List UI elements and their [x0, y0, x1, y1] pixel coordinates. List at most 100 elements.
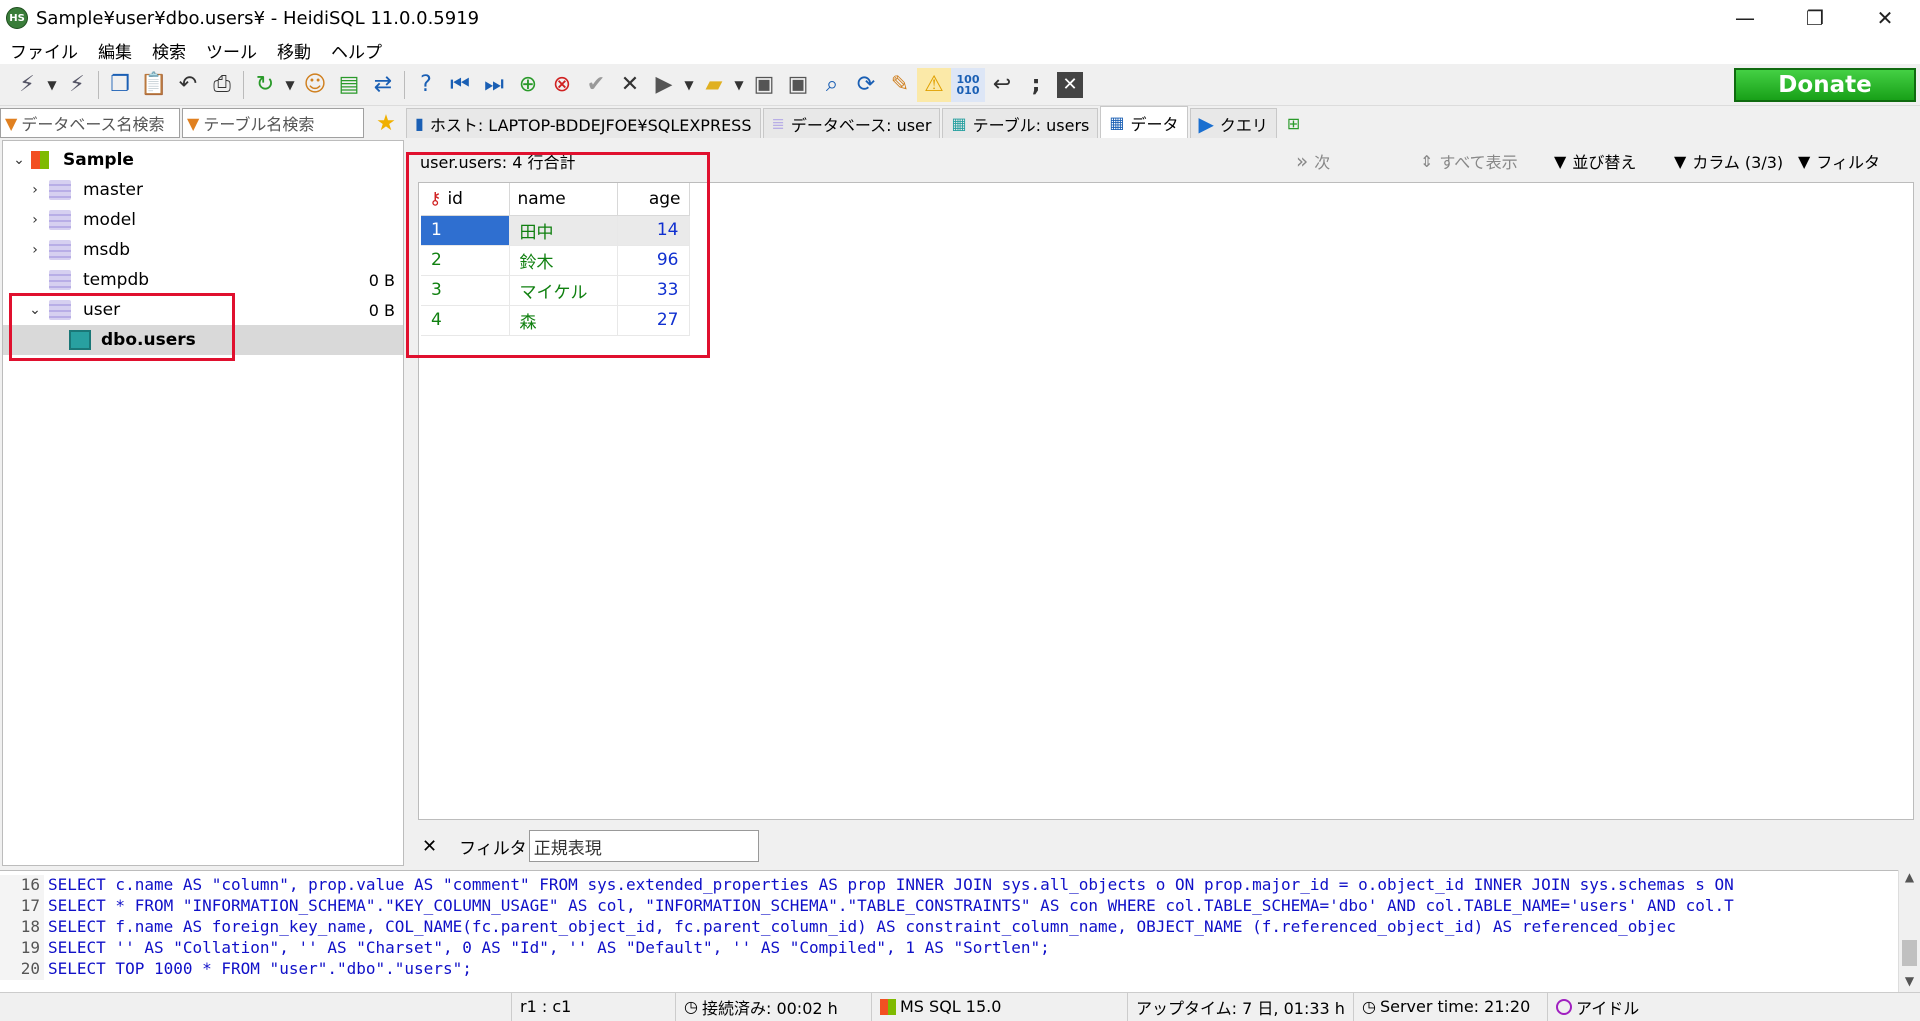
menu-go[interactable]: 移動 — [267, 38, 321, 63]
expand-icon[interactable]: › — [27, 212, 43, 228]
add-record-icon[interactable]: ⊕ — [511, 68, 545, 102]
line-number: 17 — [0, 896, 44, 917]
replace-icon[interactable]: ⟳ — [849, 68, 883, 102]
clock-icon: ◷ — [1362, 997, 1376, 1016]
window-controls: — ❐ ✕ — [1710, 0, 1920, 36]
connect-icon[interactable]: ⚡ — [10, 68, 44, 102]
status-server-time: ◷ Server time: 21:20 — [1354, 992, 1548, 1021]
find-icon[interactable]: ⌕ — [815, 68, 849, 102]
columns-button[interactable]: ▼ カラム (3/3) — [1674, 149, 1783, 173]
open-folder-icon[interactable]: ▰ — [697, 68, 731, 102]
transfer-icon[interactable]: ⇄ — [366, 68, 400, 102]
dropdown-triangle-icon: ▼ — [1798, 151, 1811, 171]
sort-button[interactable]: ▼ 並び替え — [1554, 149, 1636, 173]
regex-filter-placeholder: 正規表現 — [533, 838, 602, 859]
scroll-thumb[interactable] — [1902, 940, 1917, 966]
donate-button[interactable]: Donate — [1734, 68, 1916, 102]
toolbar-separator — [404, 70, 405, 99]
show-all-button[interactable]: ⇕ すべて表示 — [1420, 149, 1518, 173]
collapse-icon[interactable]: ⌄ — [11, 152, 27, 168]
tab-data-label: データ — [1130, 114, 1179, 134]
database-filter-input[interactable]: ▼ データベース名検索 — [0, 108, 180, 138]
copy-icon[interactable]: ❐ — [103, 68, 137, 102]
cancel-icon[interactable]: ✕ — [613, 68, 647, 102]
close-filter-icon[interactable]: ✕ — [422, 836, 437, 857]
title-bar: HS Sample¥user¥dbo.users¥ - HeidiSQL 11.… — [0, 0, 1920, 36]
next-button[interactable]: » 次 — [1296, 149, 1330, 173]
tab-database[interactable]: ≣ データベース: user — [762, 108, 941, 138]
tab-data[interactable]: ▦ データ — [1100, 106, 1188, 138]
status-server-label: MS SQL 15.0 — [900, 997, 1002, 1016]
new-query-tab-button[interactable]: ⊞ — [1278, 108, 1309, 138]
save-as-icon[interactable]: ▣ — [781, 68, 815, 102]
close-tab-icon[interactable]: ✕ — [1057, 71, 1083, 98]
disconnect-icon[interactable]: ⚡ — [60, 68, 94, 102]
save-icon[interactable]: ▣ — [747, 68, 781, 102]
dropdown-triangle-icon: ▼ — [1554, 151, 1567, 171]
sql-text: SELECT * FROM "INFORMATION_SCHEMA"."KEY_… — [48, 896, 1734, 915]
scroll-down-icon[interactable]: ▼ — [1899, 974, 1920, 992]
highlight-box-tree — [9, 293, 235, 361]
tab-host[interactable]: ▮ ホスト: LAPTOP-BDDEJFOE¥SQLEXPRESS — [406, 108, 761, 138]
tree-node-model[interactable]: › model — [3, 205, 403, 235]
menu-edit[interactable]: 編集 — [88, 38, 142, 63]
sql-log[interactable]: 16 SELECT c.name AS "column", prop.value … — [0, 870, 1920, 992]
format-sql-icon[interactable]: ✎ — [883, 68, 917, 102]
paste-icon[interactable]: 📋 — [137, 68, 171, 102]
scroll-up-icon[interactable]: ▲ — [1899, 870, 1920, 888]
database-icon — [49, 270, 71, 290]
print-icon[interactable]: ⎙ — [205, 68, 239, 102]
menu-tools[interactable]: ツール — [196, 38, 267, 63]
tree-node-tempdb[interactable]: tempdb 0 B — [3, 265, 403, 295]
close-button[interactable]: ✕ — [1850, 0, 1920, 36]
grid-filter-bar: ✕ フィルタ 正規表現 — [408, 828, 1918, 864]
sql-log-line: 17 SELECT * FROM "INFORMATION_SCHEMA"."KE… — [0, 896, 1734, 917]
favorite-star-icon[interactable]: ★ — [366, 108, 406, 138]
restore-button[interactable]: ❐ — [1780, 0, 1850, 36]
sort-label: 並び替え — [1572, 153, 1637, 172]
tab-table[interactable]: ▦ テーブル: users — [942, 108, 1099, 138]
refresh-icon[interactable]: ↻ — [248, 68, 282, 102]
tree-node-msdb[interactable]: › msdb — [3, 235, 403, 265]
table-filter-input[interactable]: ▼ テーブル名検索 — [182, 108, 364, 138]
warning-icon[interactable]: ⚠ — [917, 67, 951, 102]
tab-row: ▼ データベース名検索 ▼ テーブル名検索 ★ ▮ ホスト: LAPTOP-BD… — [0, 106, 1920, 138]
clock-icon: ◷ — [684, 997, 698, 1016]
dropdown-arrow-icon[interactable]: ▼ — [681, 68, 697, 102]
line-number: 20 — [0, 959, 44, 980]
delete-record-icon[interactable]: ⊗ — [545, 68, 579, 102]
post-record-icon[interactable]: ✔ — [579, 68, 613, 102]
expand-icon[interactable]: › — [27, 242, 43, 258]
undo-icon[interactable]: ↶ — [171, 68, 205, 102]
play-icon: ▶ — [1198, 111, 1214, 136]
filter-button[interactable]: ▼ フィルタ — [1798, 149, 1880, 173]
tree-node-master[interactable]: › master — [3, 175, 403, 205]
semicolon-icon[interactable]: ; — [1019, 68, 1053, 102]
dropdown-arrow-icon[interactable]: ▼ — [44, 68, 60, 102]
menu-help[interactable]: ヘルプ — [321, 38, 392, 63]
tree-node-sample[interactable]: ⌄ Sample — [3, 145, 403, 175]
database-size: 0 B — [368, 270, 395, 290]
sql-log-line: 19 SELECT '' AS "Collation", '' AS "Chars… — [0, 938, 1050, 959]
tab-query[interactable]: ▶ クエリ — [1189, 108, 1277, 138]
help-icon[interactable]: ? — [409, 68, 443, 102]
status-server: MS SQL 15.0 — [872, 992, 1128, 1021]
user-manager-icon[interactable]: ☺ — [298, 68, 332, 102]
wrap-icon[interactable]: ↩ — [985, 68, 1019, 102]
sql-log-scrollbar[interactable]: ▲ ▼ — [1898, 870, 1920, 992]
export-icon[interactable]: ▤ — [332, 68, 366, 102]
last-record-icon[interactable]: ⏭ — [477, 68, 511, 102]
dropdown-arrow-icon[interactable]: ▼ — [282, 68, 298, 102]
menu-search[interactable]: 検索 — [142, 38, 196, 63]
binary-icon[interactable]: 100 010 — [951, 67, 985, 102]
sql-log-line: 18 SELECT f.name AS foreign_key_name, COL… — [0, 917, 1676, 938]
run-icon[interactable]: ▶ — [647, 68, 681, 102]
first-record-icon[interactable]: ⏮ — [443, 68, 477, 102]
toolbar-separator — [243, 70, 244, 99]
expand-icon[interactable]: › — [27, 182, 43, 198]
dropdown-arrow-icon[interactable]: ▼ — [731, 68, 747, 102]
menu-file[interactable]: ファイル — [0, 38, 88, 63]
regex-filter-input[interactable]: 正規表現 — [528, 830, 759, 862]
minimize-button[interactable]: — — [1710, 0, 1780, 36]
tree-node-label: Sample — [63, 150, 134, 170]
